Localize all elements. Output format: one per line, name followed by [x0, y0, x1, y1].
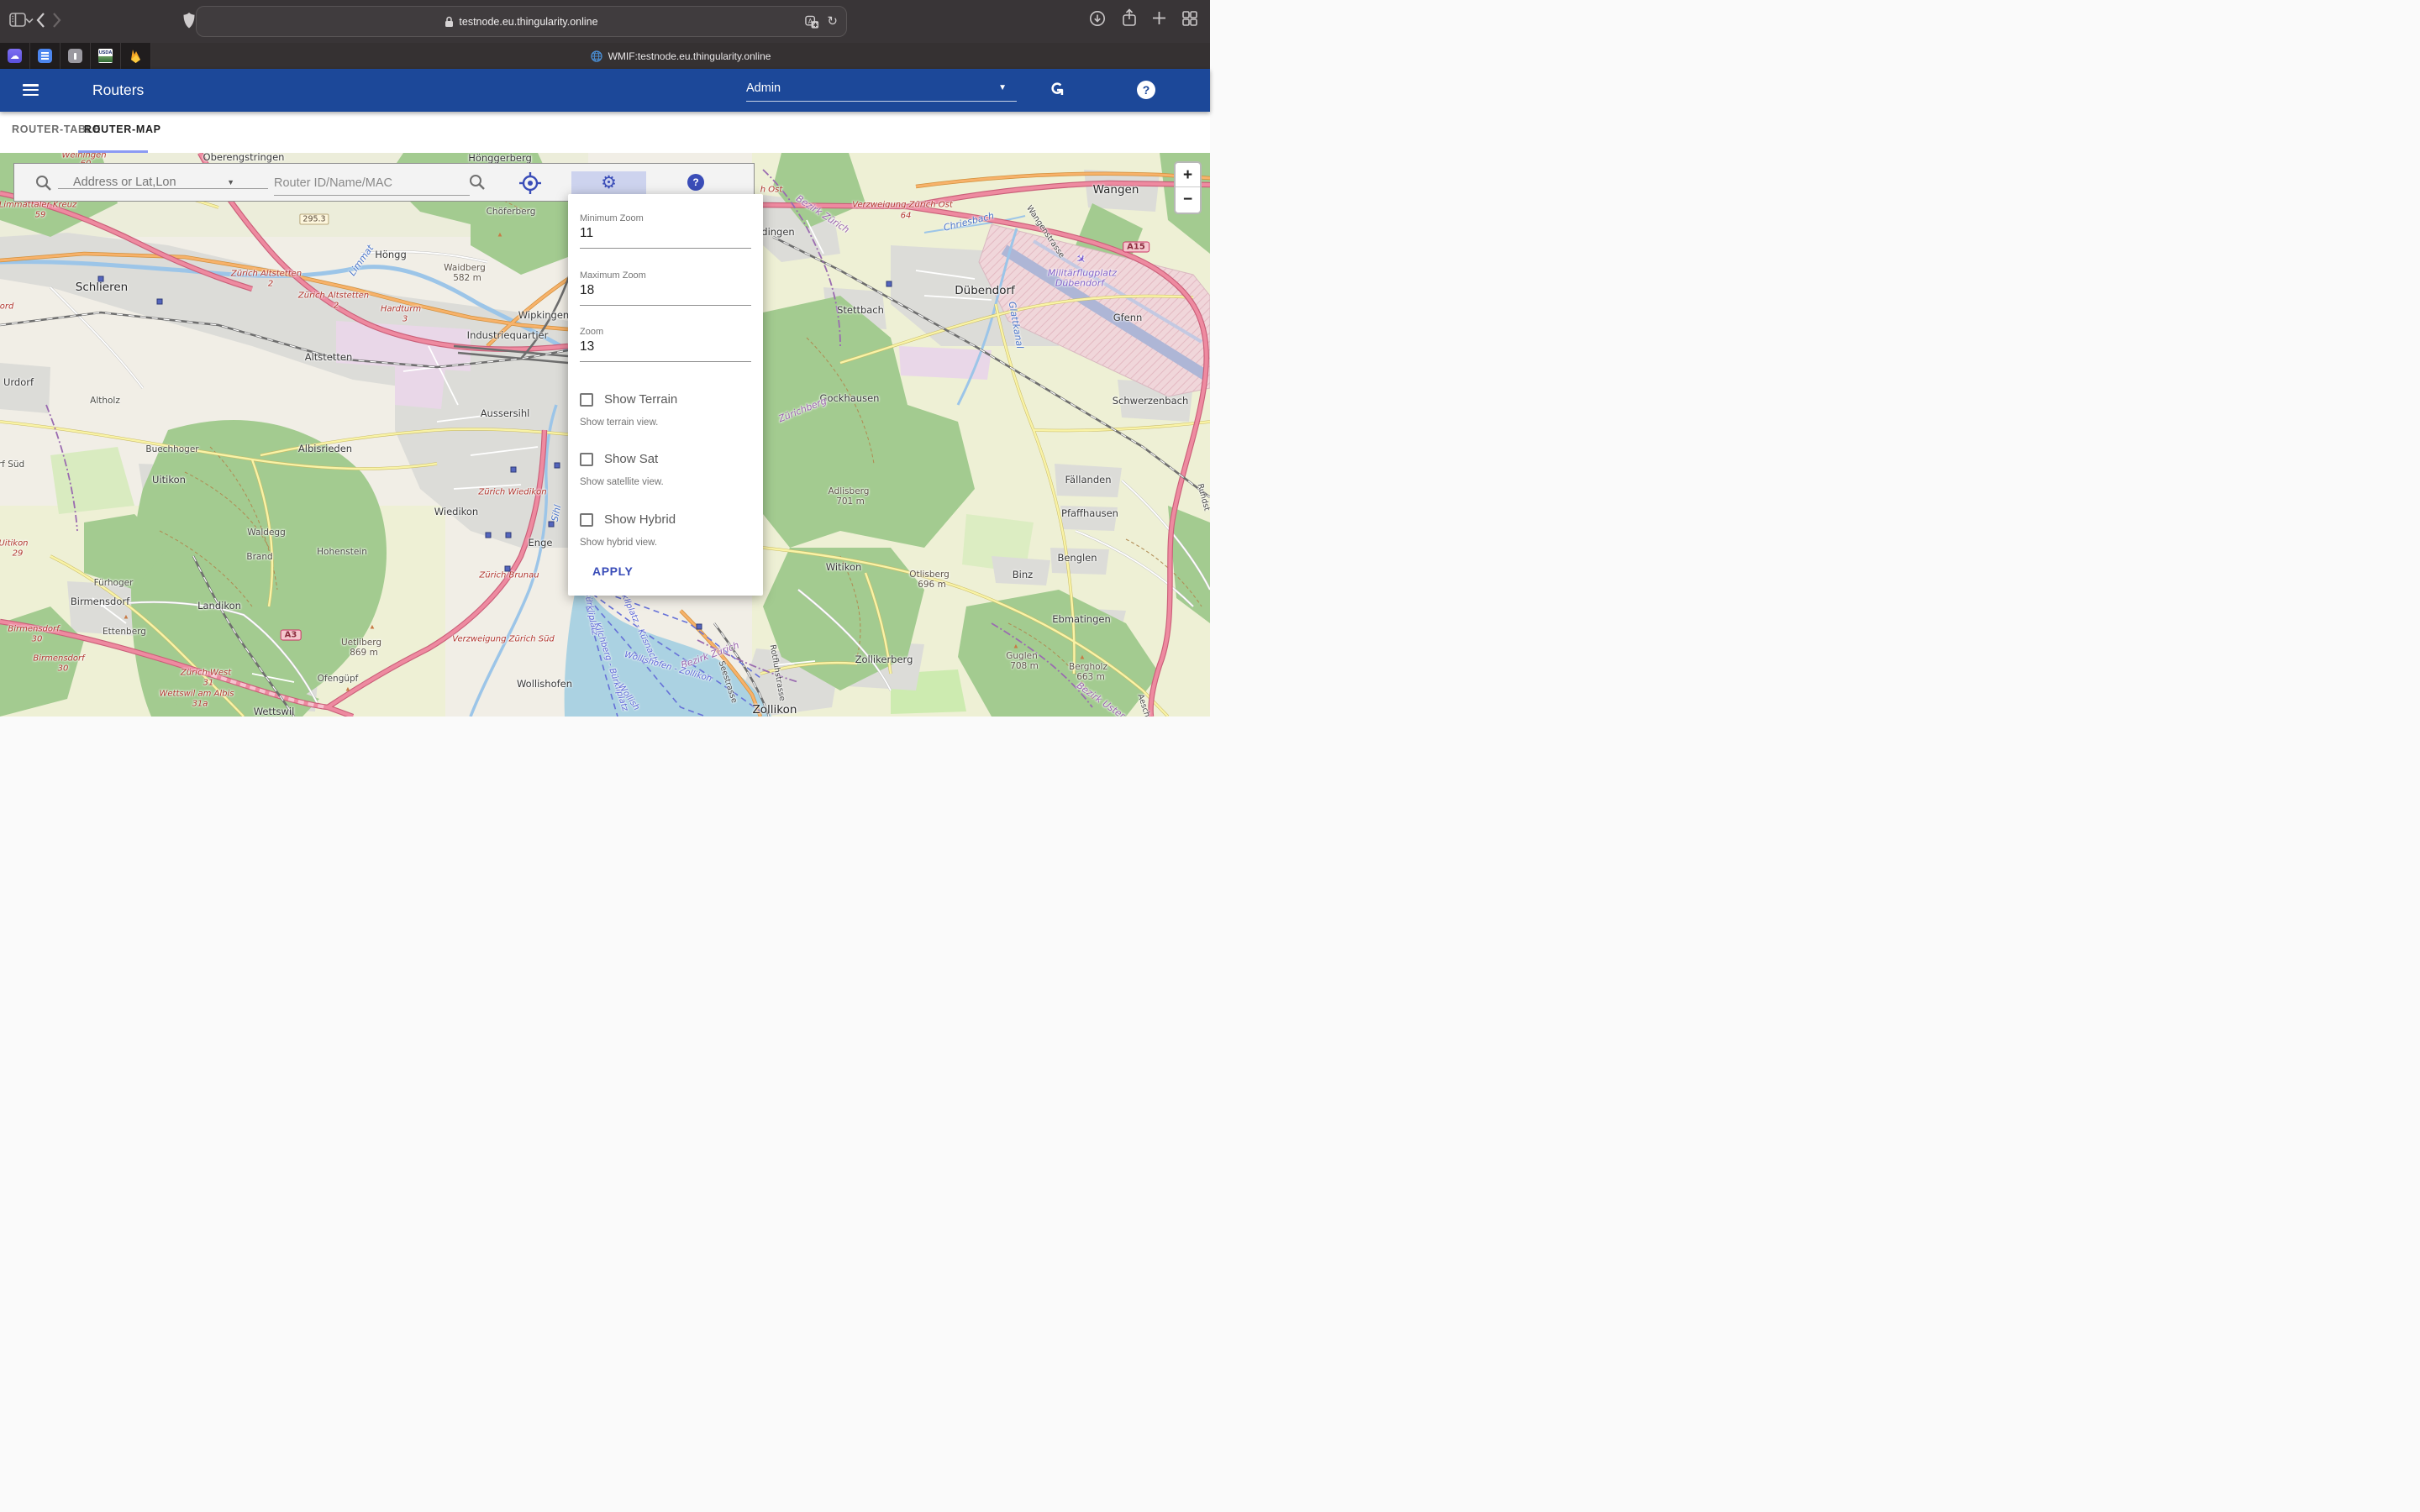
page-footer-strip	[0, 717, 1210, 756]
address-select-underline	[58, 188, 268, 189]
new-tab-icon[interactable]	[1152, 11, 1166, 25]
show-terrain-checkbox[interactable]	[580, 393, 593, 407]
chevron-down-icon: ▼	[227, 178, 234, 186]
max-zoom-label: Maximum Zoom	[580, 270, 751, 281]
zoom-out-button[interactable]: −	[1176, 187, 1200, 212]
header-help-button[interactable]: ?	[1137, 81, 1155, 99]
gear-icon: ⚙	[601, 174, 617, 192]
app-header: Routers Admin ▼ ↻ ?	[0, 69, 1210, 112]
apply-button[interactable]: APPLY	[592, 564, 633, 578]
max-zoom-input[interactable]: 18	[580, 283, 751, 298]
tab-overview-icon[interactable]	[1182, 11, 1197, 26]
browser-toolbar: testnode.eu.thingularity.online A ✱ ↻	[0, 0, 1210, 43]
pinned-tab-docs[interactable]	[30, 43, 60, 69]
router-search-input[interactable]	[274, 171, 470, 196]
browser-tab-strip: ☁ USDA WMIF:testnode.eu.thingularity.onl…	[0, 43, 1210, 69]
pinned-tab-usda[interactable]: USDA	[91, 43, 121, 69]
sidebar-toggle-icon[interactable]	[9, 13, 26, 27]
min-zoom-input[interactable]: 11	[580, 226, 751, 241]
pinned-tab-firebase[interactable]	[121, 43, 151, 69]
menu-icon[interactable]	[23, 84, 39, 96]
address-search-select[interactable]: Address or Lat,Lon ▼	[58, 171, 268, 195]
active-browser-tab[interactable]: WMIF:testnode.eu.thingularity.online	[151, 43, 1210, 69]
info-icon	[68, 49, 82, 63]
icloud-icon: ☁	[8, 49, 22, 63]
reload-icon[interactable]: ↻	[827, 14, 838, 29]
map-zoom-control: + −	[1174, 161, 1202, 214]
svg-text:✱: ✱	[813, 21, 818, 28]
station-marker	[549, 522, 555, 528]
router-search-icon[interactable]	[469, 174, 486, 191]
page-title: Routers	[92, 81, 144, 99]
zoom-input[interactable]: 13	[580, 339, 751, 354]
show-hybrid-desc: Show hybrid view.	[580, 538, 657, 548]
station-marker	[486, 533, 492, 538]
map-settings-button[interactable]: ⚙	[571, 171, 646, 195]
role-select-value: Admin	[746, 81, 781, 95]
zoom-label: Zoom	[580, 327, 751, 337]
docs-icon	[38, 49, 52, 63]
station-marker	[98, 276, 104, 282]
pinned-tab-info[interactable]	[60, 43, 91, 69]
show-terrain-label: Show Terrain	[604, 392, 677, 407]
sidebar-chevron-icon[interactable]	[25, 18, 34, 24]
station-marker	[506, 533, 512, 538]
station-marker	[555, 463, 560, 469]
station-marker	[505, 566, 511, 572]
show-sat-label: Show Sat	[604, 452, 658, 466]
tab-router-map[interactable]: ROUTER-MAP	[84, 123, 161, 135]
pinned-tab-icloud[interactable]: ☁	[0, 43, 30, 69]
downloads-icon[interactable]	[1089, 10, 1106, 27]
translate-icon[interactable]: A ✱	[805, 15, 819, 29]
chevron-down-icon: ▼	[998, 83, 1007, 92]
url-text: testnode.eu.thingularity.online	[459, 16, 597, 28]
locate-icon[interactable]	[517, 170, 544, 197]
min-zoom-label: Minimum Zoom	[580, 213, 751, 223]
search-icon	[35, 175, 52, 192]
address-bar[interactable]: testnode.eu.thingularity.online A ✱ ↻	[196, 6, 847, 37]
show-sat-checkbox[interactable]	[580, 453, 593, 466]
show-sat-desc: Show satellite view.	[580, 477, 664, 487]
lock-icon	[445, 16, 454, 28]
show-hybrid-checkbox[interactable]	[580, 513, 593, 527]
station-marker	[511, 467, 517, 473]
tab-title: WMIF:testnode.eu.thingularity.online	[608, 50, 771, 62]
router-view-tabs: ROUTER-TABLE ROUTER-MAP	[0, 112, 1210, 153]
globe-favicon	[591, 50, 602, 62]
station-marker	[697, 624, 702, 630]
usda-icon: USDA	[98, 49, 113, 63]
firebase-icon	[129, 48, 142, 64]
privacy-shield-icon[interactable]	[182, 12, 196, 29]
show-hybrid-label: Show Hybrid	[604, 512, 676, 527]
role-select[interactable]: Admin ▼	[746, 78, 1017, 102]
forward-button[interactable]	[52, 12, 62, 29]
show-terrain-desc: Show terrain view.	[580, 417, 658, 428]
zoom-in-button[interactable]: +	[1176, 163, 1200, 187]
active-tab-indicator	[78, 150, 148, 153]
refresh-button[interactable]: ↻	[1045, 81, 1066, 97]
map-help-button[interactable]: ?	[687, 174, 704, 191]
station-marker	[886, 281, 892, 287]
back-button[interactable]	[35, 12, 45, 29]
station-marker	[157, 299, 163, 305]
map-settings-panel: Minimum Zoom 11 Maximum Zoom 18 Zoom 13 …	[568, 194, 763, 596]
share-icon[interactable]	[1122, 8, 1137, 27]
